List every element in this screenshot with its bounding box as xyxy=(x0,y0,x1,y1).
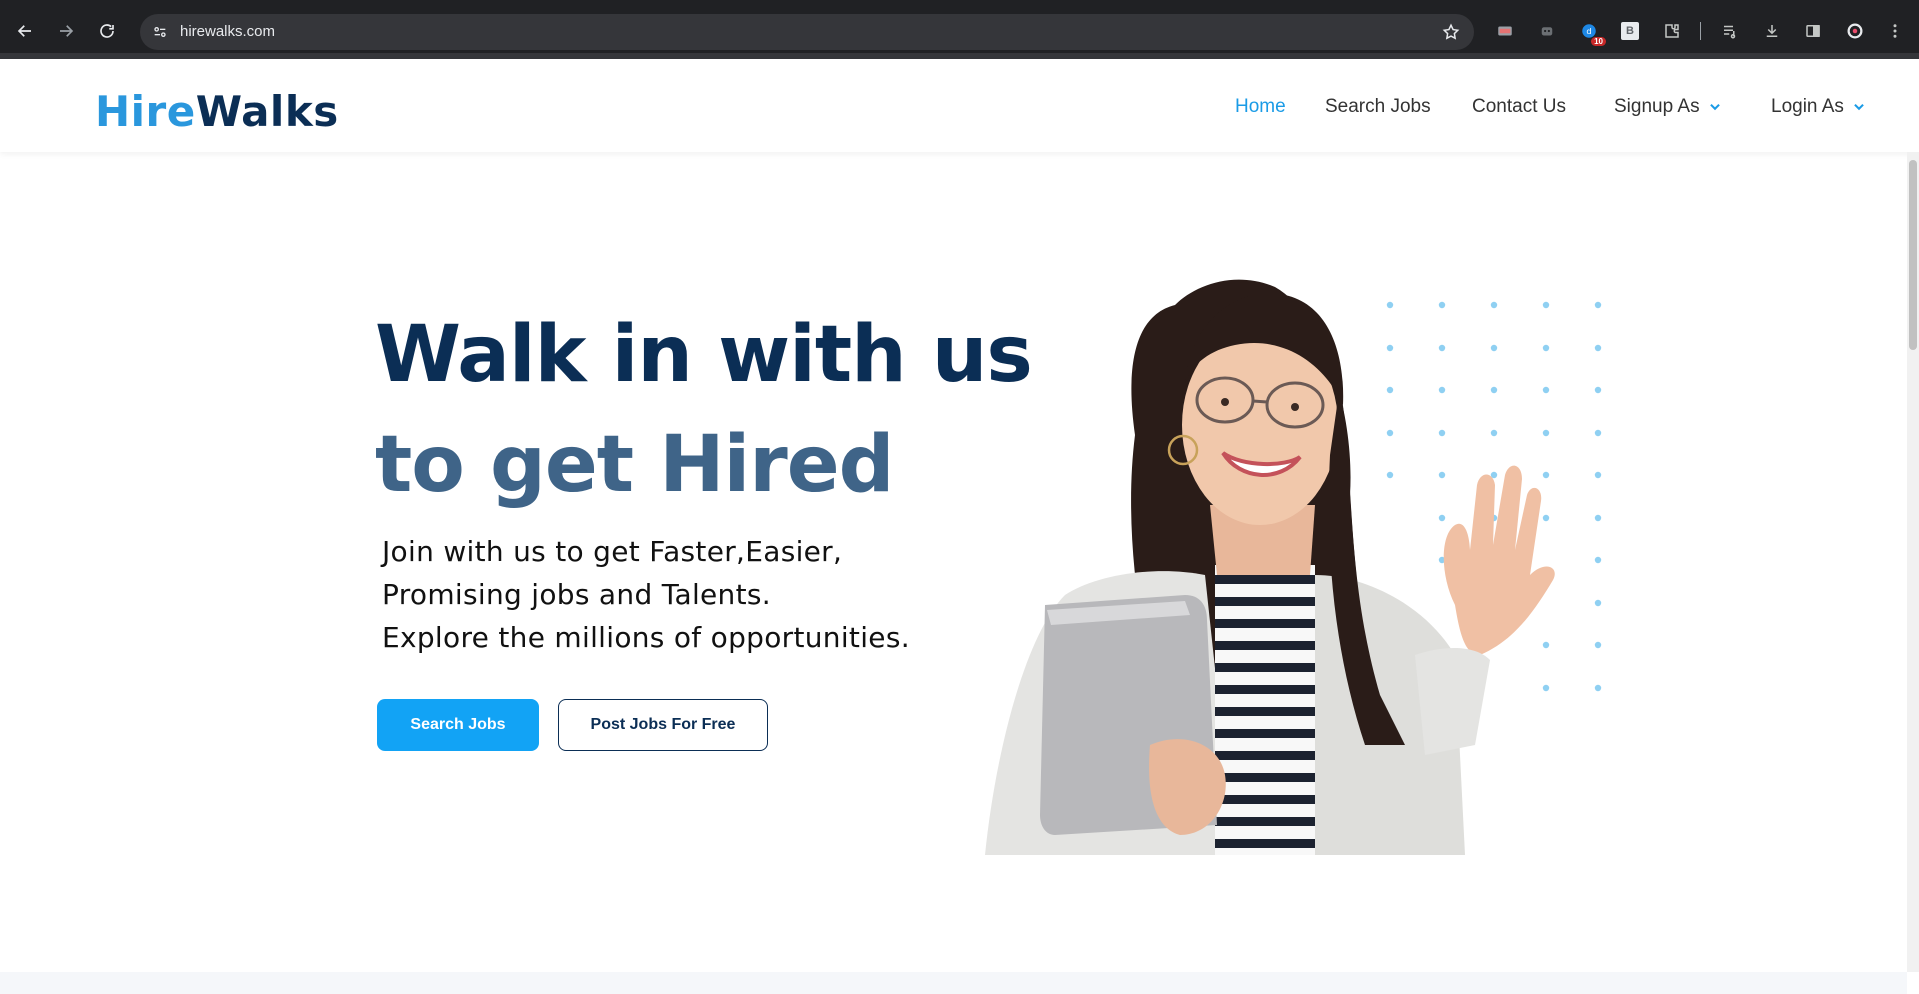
toolbar-divider xyxy=(1700,22,1701,40)
nav-search-jobs[interactable]: Search Jobs xyxy=(1325,96,1431,118)
sidebar-icon[interactable] xyxy=(1802,20,1824,42)
post-jobs-button[interactable]: Post Jobs For Free xyxy=(558,699,768,751)
extension-badge: 10 xyxy=(1591,37,1606,46)
site-logo[interactable]: HireWalks xyxy=(95,87,339,136)
nav-home-label: Home xyxy=(1235,96,1286,117)
reload-icon[interactable] xyxy=(94,18,120,44)
hero-subtitle-line-1: Join with us to get Faster,Easier, xyxy=(382,535,843,568)
forward-icon[interactable] xyxy=(53,18,79,44)
site-info-icon[interactable] xyxy=(148,20,172,44)
scrollbar-thumb[interactable] xyxy=(1909,160,1917,350)
extension-b-label: B xyxy=(1621,22,1639,40)
extension-robot-icon[interactable] xyxy=(1536,20,1558,42)
nav-login-as[interactable]: Login As xyxy=(1771,96,1866,118)
chevron-down-icon xyxy=(1709,103,1720,111)
logo-part-walks: Walks xyxy=(195,87,339,136)
media-queue-icon[interactable] xyxy=(1719,20,1741,42)
nav-contact-us[interactable]: Contact Us xyxy=(1472,96,1566,118)
back-icon[interactable] xyxy=(12,18,38,44)
extension-folder-icon[interactable] xyxy=(1494,20,1516,42)
next-section-edge xyxy=(0,972,1907,994)
hero-subtitle-line-2: Promising jobs and Talents. xyxy=(382,578,771,611)
nav-home[interactable]: Home xyxy=(1235,96,1286,118)
nav-search-jobs-label: Search Jobs xyxy=(1325,96,1431,117)
extension-icon[interactable] xyxy=(1661,20,1683,42)
logo-part-hire: Hire xyxy=(95,87,196,136)
nav-signup-as[interactable]: Signup As xyxy=(1614,96,1722,118)
hero-subtitle-line-3: Explore the millions of opportunities. xyxy=(382,621,910,654)
download-icon[interactable] xyxy=(1761,20,1783,42)
hero-person-illustration xyxy=(985,279,1555,855)
nav-signup-as-label: Signup As xyxy=(1614,96,1700,117)
extension-b-icon[interactable]: B xyxy=(1619,20,1641,42)
profile-icon[interactable] xyxy=(1844,20,1866,42)
chevron-down-icon xyxy=(1854,103,1864,111)
menu-icon[interactable] xyxy=(1884,20,1906,42)
address-bar[interactable]: hirewalks.com xyxy=(140,14,1474,50)
site-header: HireWalks Home Search Jobs Contact Us Si… xyxy=(0,59,1919,152)
bookmark-star-icon[interactable] xyxy=(1440,21,1462,43)
extension-counter-icon[interactable]: d 10 xyxy=(1578,20,1606,46)
url-text[interactable]: hirewalks.com xyxy=(180,23,275,40)
nav-contact-us-label: Contact Us xyxy=(1472,96,1566,117)
hero-title-line-1: Walk in with us xyxy=(375,310,1033,400)
hero-title-line-2: to get Hired xyxy=(375,420,894,510)
nav-login-as-label: Login As xyxy=(1771,96,1844,117)
hero-subtitle: Join with us to get Faster,Easier, Promi… xyxy=(382,530,910,659)
search-jobs-button[interactable]: Search Jobs xyxy=(377,699,539,751)
svg-text:d: d xyxy=(1586,26,1591,36)
